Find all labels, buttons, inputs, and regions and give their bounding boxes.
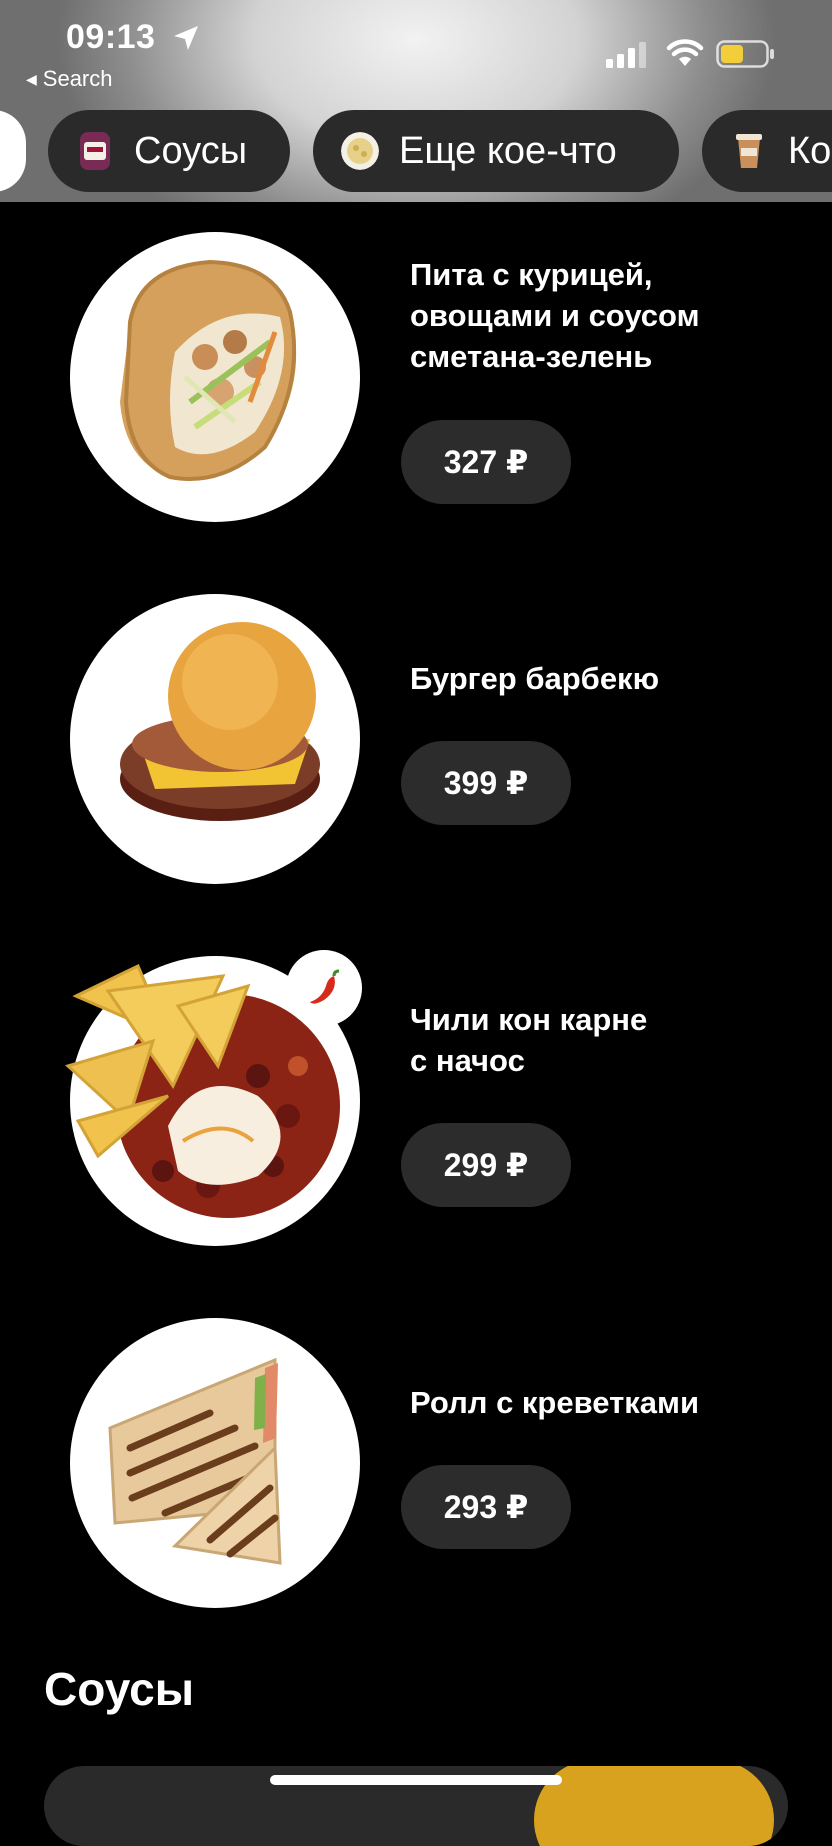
burger-image[interactable] <box>70 594 360 884</box>
price-button[interactable]: 293 ₽ <box>401 1465 571 1549</box>
pita-illustration <box>120 259 297 481</box>
price-button[interactable]: 327 ₽ <box>401 420 571 504</box>
category-chip-other[interactable]: Еще кое-что <box>313 110 679 192</box>
cellular-signal-icon <box>606 42 646 68</box>
category-chip-previous[interactable] <box>0 110 26 192</box>
back-label: Search <box>42 66 113 91</box>
chili-pepper-icon <box>310 969 340 1004</box>
category-label: Ко <box>788 129 832 172</box>
category-tabs: Соусы Еще кое-что Ко <box>0 110 832 192</box>
location-arrow-icon <box>174 26 198 50</box>
roll-illustration <box>108 1357 282 1565</box>
section-title-sauces: Соусы <box>44 1663 195 1715</box>
wifi-icon <box>666 39 704 66</box>
back-to-search-link[interactable]: ◀ Search <box>26 66 113 92</box>
category-chip-sauces[interactable]: Соусы <box>48 110 290 192</box>
cheese-plate-icon <box>341 132 379 170</box>
pita-image[interactable] <box>70 232 360 522</box>
product-name: Чили кон карне с начос <box>410 1002 648 1078</box>
category-label: Соусы <box>134 129 248 172</box>
price-button[interactable]: 299 ₽ <box>401 1123 571 1207</box>
status-time: 09:13 <box>66 18 156 56</box>
battery-icon <box>716 40 774 68</box>
product-name: Бургер барбекю <box>410 661 660 696</box>
price-button[interactable]: 399 ₽ <box>401 741 571 825</box>
home-indicator[interactable] <box>270 1775 562 1785</box>
product-name: Ролл с креветками <box>410 1385 700 1420</box>
category-label: Еще кое-что <box>399 129 617 172</box>
category-chip-coffee[interactable]: Ко <box>702 110 832 192</box>
top-header: 09:13 ◀ Search Соусы Еще кое-что Ко <box>0 0 832 202</box>
sauce-image <box>534 1766 774 1846</box>
product-name: Пита с курицей, овощами и соусом сметана… <box>410 257 700 374</box>
coffee-cup-icon <box>736 134 762 168</box>
ketchup-bottle-icon <box>80 132 110 170</box>
shrimp-roll-image[interactable] <box>70 1318 360 1608</box>
spicy-badge <box>286 950 362 1026</box>
back-triangle-icon: ◀ <box>26 71 37 87</box>
burger-illustration <box>120 622 320 821</box>
